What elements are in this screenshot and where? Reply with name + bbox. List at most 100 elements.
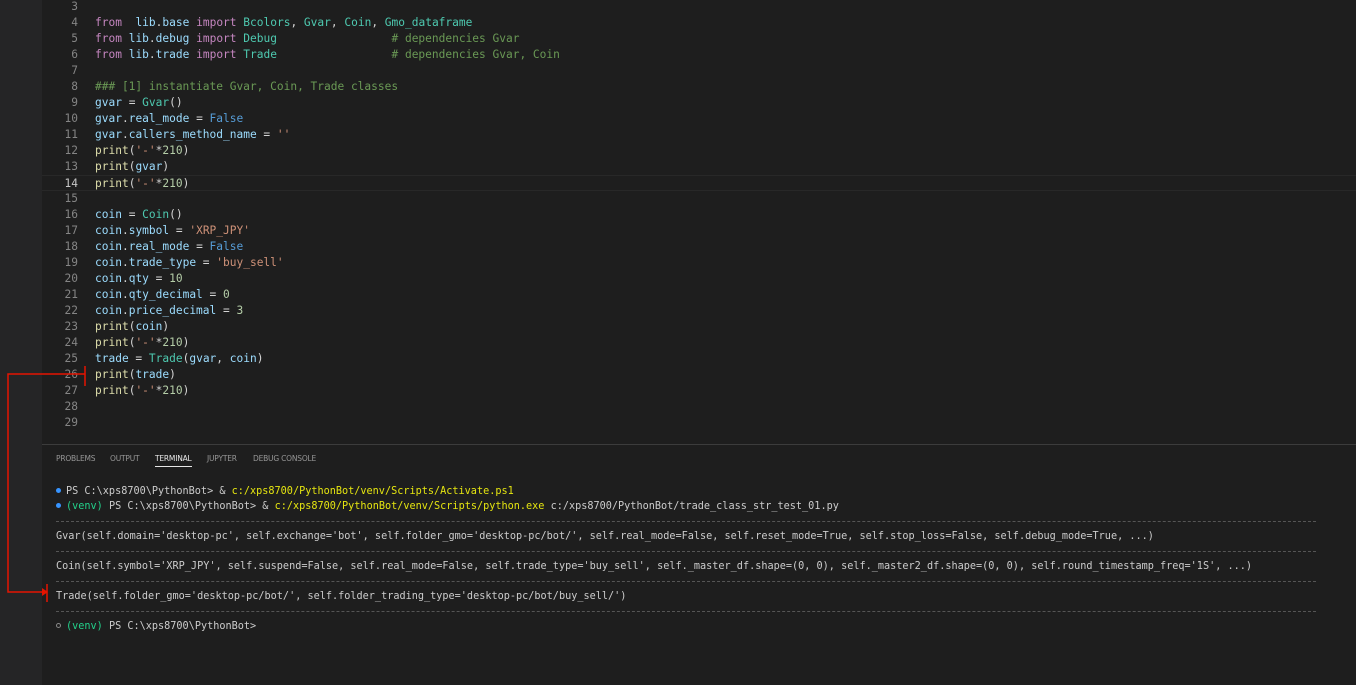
code-line[interactable]: 19 coin.trade_type = 'buy_sell' [42,255,1356,271]
code-line[interactable]: 15 [42,191,1356,207]
code-token: # dependencies Gvar [391,32,520,45]
code-token: Trade [243,48,277,61]
code-token: = [196,256,217,269]
terminal-output-gvar: Gvar(self.domain='desktop-pc', self.exch… [56,531,1154,542]
code-token: 210 [162,177,183,190]
code-token: trade [155,48,190,61]
dash-separator [56,521,1316,522]
code-token: lib [128,32,149,45]
code-line[interactable]: 4 from lib.base import Bcolors, Gvar, Coi… [42,15,1356,31]
code-token: 210 [162,336,183,349]
dash-separator [56,551,1316,552]
code-token: '-' [135,336,156,349]
terminal-line: PS C:\xps8700\PythonBot> & c:/xps8700/Py… [56,484,514,499]
code-token: trade_type [128,256,197,269]
code-token: . [148,48,156,61]
code-token: . [121,128,129,141]
code-line[interactable]: 8 ### [1] instantiate Gvar, Coin, Trade c… [42,79,1356,95]
code-token: = [202,288,224,301]
code-text: coin.qty_decimal = 0 [95,287,230,303]
code-token: trade [135,368,170,381]
code-token: False [209,112,244,125]
code-text: gvar.real_mode = False [95,111,243,127]
code-line[interactable]: 23 print(coin) [42,319,1356,335]
code-line[interactable]: 26 print(trade) [42,367,1356,383]
code-token: Debug [243,32,277,45]
code-text: print('-'*210) [95,143,189,159]
code-token: print [95,177,129,190]
code-text: coin.qty = 10 [95,271,183,287]
code-text: print('-'*210) [95,383,189,399]
code-token: = [256,128,277,141]
code-line[interactable]: 28 [42,399,1356,415]
code-line[interactable]: 29 [42,415,1356,431]
code-token: symbol [128,224,170,237]
code-text: coin.symbol = 'XRP_JPY' [95,223,250,239]
code-token: ) [162,160,170,173]
code-token: , [371,16,385,29]
code-token: '-' [135,384,156,397]
tab-jupyter[interactable]: JUPYTER [207,454,237,463]
code-token: base [162,16,190,29]
code-token: , [216,352,230,365]
code-token: coin [135,320,163,333]
code-token: = [189,240,210,253]
code-line[interactable]: 27 print('-'*210) [42,383,1356,399]
code-line[interactable]: 6 from lib.trade import Trade # dependenc… [42,47,1356,63]
code-token: print [95,384,129,397]
code-line[interactable]: 17 coin.symbol = 'XRP_JPY' [42,223,1356,239]
code-editor[interactable]: 3 4 from lib.base import Bcolors, Gvar, Co… [42,0,1356,444]
tab-debug-console[interactable]: DEBUG CONSOLE [253,454,316,463]
code-text: gvar = Gvar() [95,95,183,111]
code-token: 10 [169,272,183,285]
code-token: price_decimal [128,304,217,317]
code-line[interactable]: 13 print(gvar) [42,159,1356,175]
dash-separator [56,581,1316,582]
code-token: coin [229,352,257,365]
code-line[interactable]: 9 gvar = Gvar() [42,95,1356,111]
code-token: lib [135,16,156,29]
code-line[interactable]: 25 trade = Trade(gvar, coin) [42,351,1356,367]
code-line[interactable]: 20 coin.qty = 10 [42,271,1356,287]
code-token: , [330,16,345,29]
code-token: 0 [223,288,230,301]
code-token: = [148,272,170,285]
code-line[interactable]: 11 gvar.callers_method_name = '' [42,127,1356,143]
code-token: Bcolors [243,16,291,29]
code-line[interactable]: 7 [42,63,1356,79]
tab-output[interactable]: OUTPUT [110,454,140,463]
code-token: '-' [135,144,156,157]
code-token: real_mode [128,112,190,125]
code-text: print('-'*210) [95,176,189,192]
code-token: ) [162,320,170,333]
code-token: = [216,304,237,317]
code-token: ) [182,336,190,349]
code-line[interactable]: 3 [42,0,1356,15]
code-line[interactable]: 16 coin = Coin() [42,207,1356,223]
code-text: print('-'*210) [95,335,189,351]
code-line[interactable]: 12 print('-'*210) [42,143,1356,159]
code-line[interactable]: 10 gvar.real_mode = False [42,111,1356,127]
code-token: import [196,16,237,29]
code-token: callers_method_name [128,128,257,141]
code-token: Gvar [142,96,170,109]
code-token: Trade [148,352,183,365]
code-token: print [95,160,129,173]
code-line[interactable]: 14 print('-'*210) [42,175,1356,191]
code-line[interactable]: 24 print('-'*210) [42,335,1356,351]
code-token: . [121,304,129,317]
code-line[interactable]: 5 from lib.debug import Debug # dependenc… [42,31,1356,47]
code-token: ) [182,384,190,397]
code-line[interactable]: 22 coin.price_decimal = 3 [42,303,1356,319]
code-line[interactable]: 18 coin.real_mode = False [42,239,1356,255]
code-token: print [95,336,129,349]
code-token: 210 [162,384,183,397]
code-line[interactable]: 21 coin.qty_decimal = 0 [42,287,1356,303]
code-token: '' [276,128,291,141]
tab-terminal[interactable]: TERMINAL [155,454,192,467]
code-token: = [121,96,143,109]
code-token: = [189,112,210,125]
code-token: 'XRP_JPY' [189,224,250,237]
